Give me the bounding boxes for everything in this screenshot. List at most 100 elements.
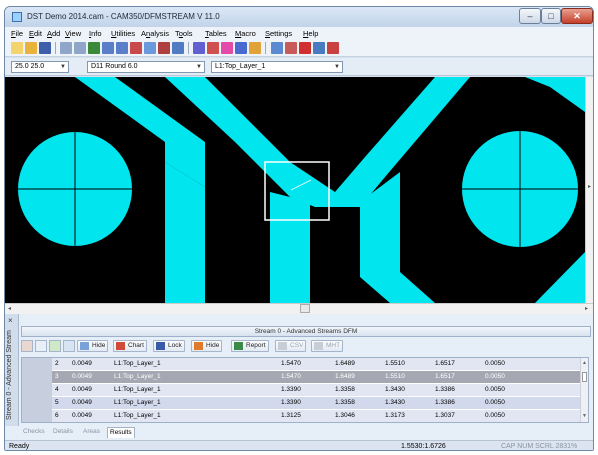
- open-folder-icon[interactable]: [25, 42, 37, 54]
- scroll-right-icon[interactable]: ▸: [585, 305, 588, 312]
- redraw-icon[interactable]: [158, 42, 170, 54]
- scroll-left-icon[interactable]: ◂: [8, 305, 11, 312]
- scroll-thumb-icon[interactable]: ▸: [588, 183, 591, 190]
- scroll-down-icon[interactable]: ▼: [582, 413, 587, 419]
- menu-tools[interactable]: Tools: [175, 29, 193, 38]
- stop-icon[interactable]: [21, 340, 33, 352]
- menu-utilities[interactable]: Utilities: [111, 29, 135, 38]
- maximize-button[interactable]: □: [541, 8, 561, 24]
- color-icon[interactable]: [221, 42, 233, 54]
- scroll-up-icon[interactable]: ▲: [582, 360, 587, 366]
- chart-button[interactable]: Chart: [113, 340, 147, 352]
- hide-button-1[interactable]: Hide: [77, 340, 109, 352]
- scroll-thumb[interactable]: [582, 372, 587, 382]
- copper-layer: [18, 77, 585, 303]
- row-header[interactable]: [22, 358, 52, 371]
- undo-icon[interactable]: [60, 42, 72, 54]
- measure-icon[interactable]: [172, 42, 184, 54]
- menu-help[interactable]: Help: [303, 29, 318, 38]
- mht-button[interactable]: MHT: [311, 340, 344, 352]
- table-row[interactable]: 5 0.0049 L1:Top_Layer_1 1.3390 1.3358 1.3430 1…: [22, 397, 588, 410]
- new-file-icon[interactable]: [11, 42, 23, 54]
- lock-button[interactable]: Lock: [153, 340, 185, 352]
- cell-id: 3: [55, 373, 59, 380]
- report-button[interactable]: Report: [231, 340, 269, 352]
- menu-view[interactable]: View: [65, 29, 81, 38]
- filter-icon[interactable]: [35, 340, 47, 352]
- canvas-horizontal-scrollbar[interactable]: ◂ ▸: [5, 303, 593, 314]
- tab-details[interactable]: Details: [51, 427, 75, 438]
- cell-b: 1.3358: [335, 399, 355, 406]
- delete-icon[interactable]: [299, 42, 311, 54]
- report-icon: [234, 342, 243, 350]
- row-header[interactable]: [22, 384, 52, 397]
- cell-id: 5: [55, 399, 59, 406]
- snap-icon[interactable]: [207, 42, 219, 54]
- toolbar-separator: [55, 42, 56, 54]
- minimize-button[interactable]: –: [519, 8, 541, 24]
- zoom-all-icon[interactable]: [144, 42, 156, 54]
- cell-b: 1.3046: [335, 412, 355, 419]
- row-header[interactable]: [22, 371, 52, 384]
- grid-size-select[interactable]: 25.0 25.0 ▼: [11, 61, 69, 73]
- layers-icon[interactable]: [88, 42, 100, 54]
- menu-macro[interactable]: Macro: [235, 29, 256, 38]
- grid-vertical-scrollbar[interactable]: ▲ ▼: [580, 358, 588, 422]
- pcb-drawing: [18, 77, 585, 303]
- add-check-icon[interactable]: [49, 340, 61, 352]
- row-header[interactable]: [22, 397, 52, 410]
- table-row[interactable]: 6 0.0049 L1:Top_Layer_1 1.3125 1.3046 1.3173 1…: [22, 410, 588, 422]
- table-row[interactable]: 2 0.0049 L1:Top_Layer_1 1.5470 1.6489 1.5510 1…: [22, 358, 588, 371]
- refresh-icon[interactable]: [313, 42, 325, 54]
- highlight-icon[interactable]: [249, 42, 261, 54]
- menu-info[interactable]: Info: [89, 29, 102, 38]
- tab-areas[interactable]: Areas: [81, 427, 102, 438]
- scroll-thumb[interactable]: [300, 304, 310, 313]
- cell-a: 1.3390: [281, 399, 301, 406]
- dcode-select[interactable]: D11 Round 6.0 ▼: [87, 61, 205, 73]
- cell-c: 1.3173: [385, 412, 405, 419]
- copy-icon[interactable]: [285, 42, 297, 54]
- edit-check-icon[interactable]: [63, 340, 75, 352]
- trace: [525, 77, 585, 112]
- pcb-canvas[interactable]: [5, 77, 585, 303]
- table-row[interactable]: 4 0.0049 L1:Top_Layer_1 1.3390 1.3358 1.3430 1…: [22, 384, 588, 397]
- menu-edit[interactable]: Edit: [29, 29, 42, 38]
- menu-tables[interactable]: Tables: [205, 29, 227, 38]
- tab-checks[interactable]: Checks: [21, 427, 47, 438]
- cell-layer: L1:Top_Layer_1: [114, 412, 161, 419]
- menu-settings[interactable]: Settings: [265, 29, 292, 38]
- save-icon[interactable]: [39, 42, 51, 54]
- panel-tabs: Checks Details Areas Results: [21, 427, 221, 439]
- cell-e: 0.0050: [485, 386, 505, 393]
- zoom-out-icon[interactable]: [116, 42, 128, 54]
- trace: [535, 252, 585, 303]
- canvas-vertical-scrollbar[interactable]: ▸: [585, 77, 593, 303]
- menu-analysis[interactable]: Analysis: [141, 29, 169, 38]
- redo-icon[interactable]: [74, 42, 86, 54]
- cell-a: 1.5470: [281, 373, 301, 380]
- report-icon[interactable]: [327, 42, 339, 54]
- flag-icon[interactable]: [235, 42, 247, 54]
- tab-results[interactable]: Results: [107, 427, 135, 438]
- zoom-window-icon[interactable]: [130, 42, 142, 54]
- menu-file[interactable]: File: [11, 29, 23, 38]
- lock-icon: [156, 342, 165, 350]
- crosshair-icon[interactable]: [271, 42, 283, 54]
- title-bar[interactable]: DST Demo 2014.cam - CAM350/DFMSTREAM V 1…: [5, 7, 593, 27]
- cell-a: 1.3125: [281, 412, 301, 419]
- cell-d: 1.3037: [435, 412, 455, 419]
- row-header[interactable]: [22, 410, 52, 422]
- csv-icon: [278, 342, 287, 350]
- hide-button-2[interactable]: Hide: [191, 340, 223, 352]
- csv-button[interactable]: CSV: [275, 340, 307, 352]
- zoom-in-icon[interactable]: [102, 42, 114, 54]
- close-button[interactable]: ✕: [561, 8, 593, 24]
- layer-value: L1:Top_Layer_1: [215, 63, 266, 70]
- grid-icon[interactable]: [193, 42, 205, 54]
- layer-select[interactable]: L1:Top_Layer_1 ▼: [211, 61, 343, 73]
- menu-add[interactable]: Add: [47, 29, 60, 38]
- cell-e: 0.0050: [485, 373, 505, 380]
- cell-c: 1.5510: [385, 360, 405, 367]
- table-row-selected[interactable]: 3 0.0049 L1:Top_Layer_1 1.5470 1.6489 1.5510 1…: [22, 371, 588, 384]
